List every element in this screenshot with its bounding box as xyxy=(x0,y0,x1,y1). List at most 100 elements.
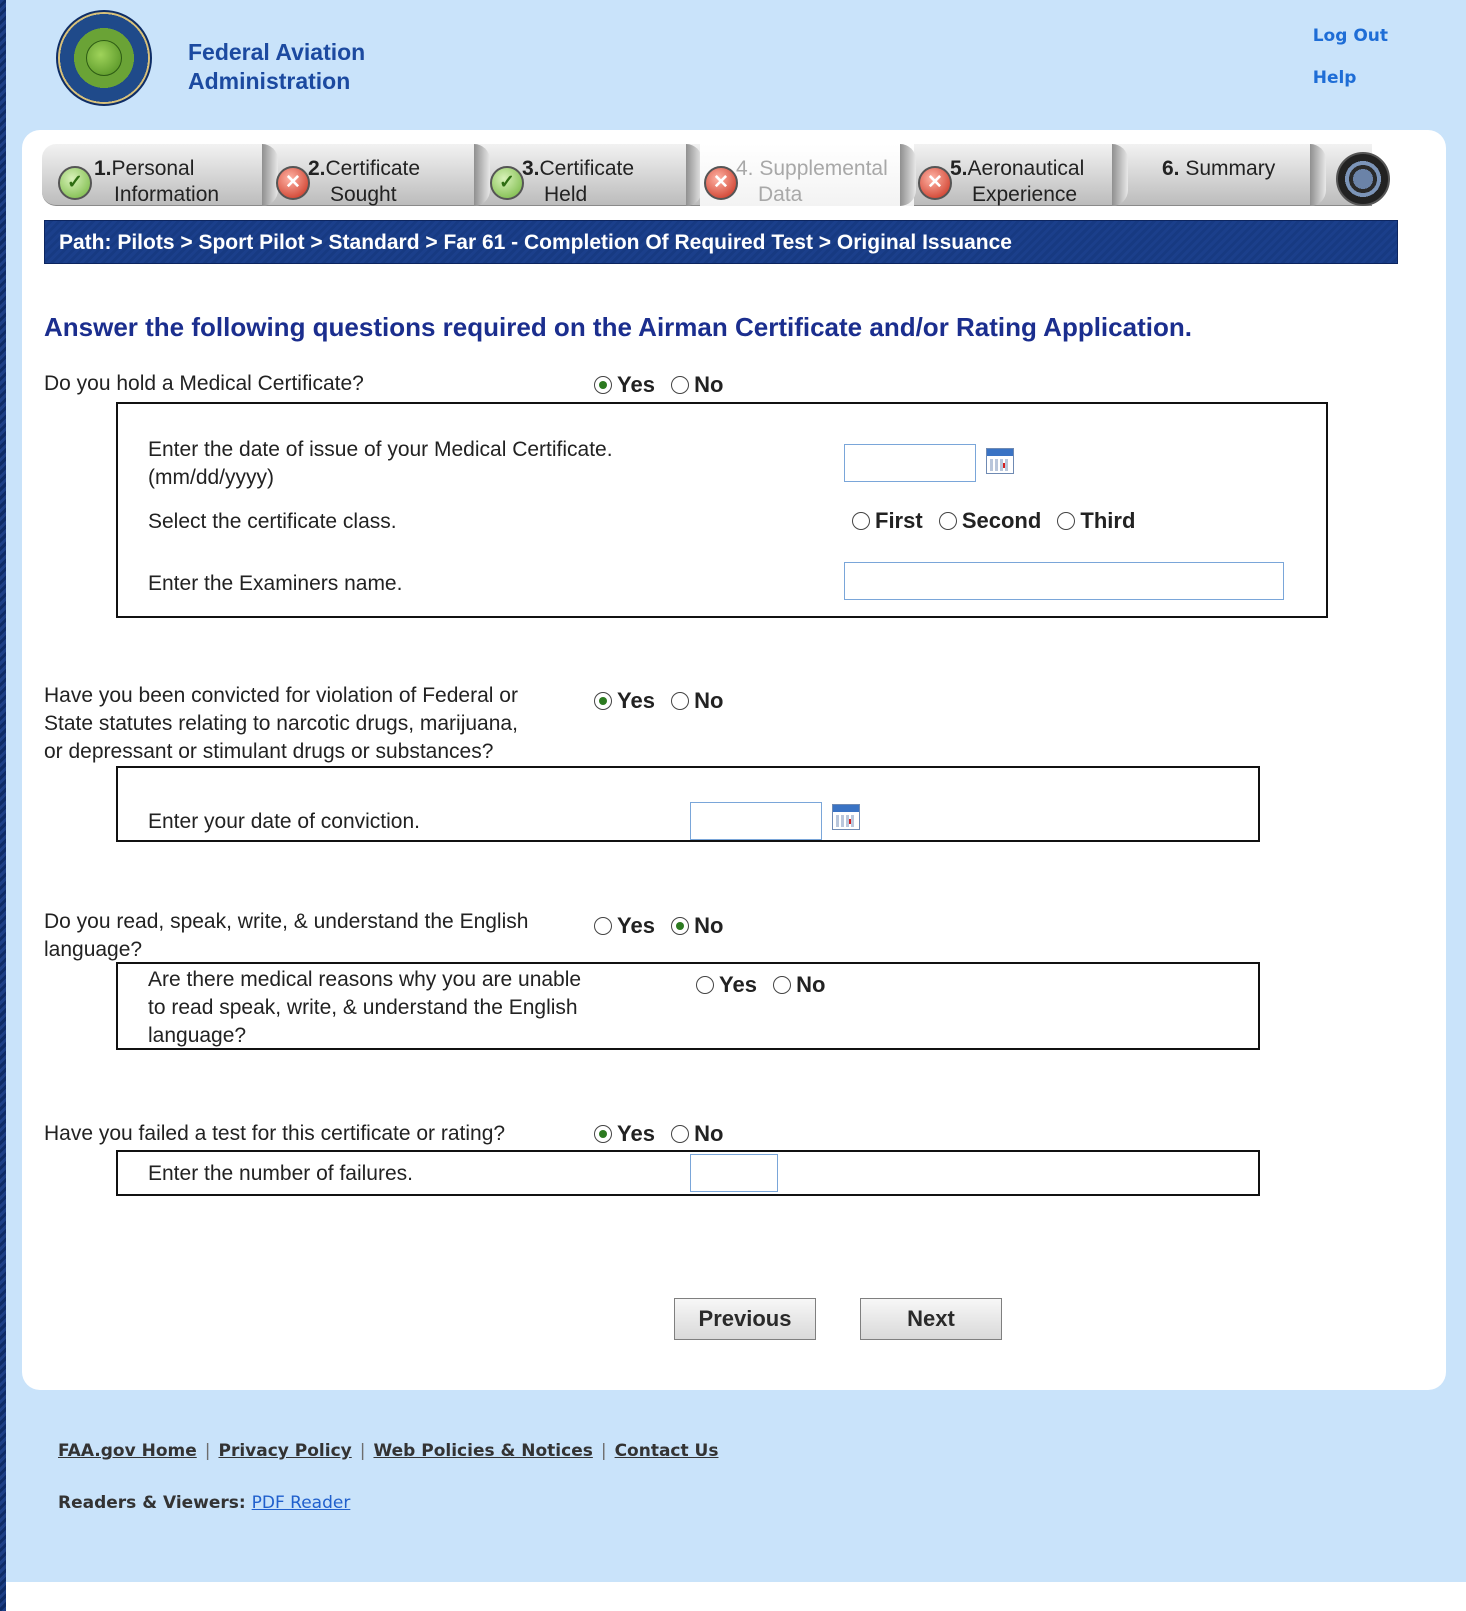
radio-label: Yes xyxy=(617,372,655,397)
footer-links: FAA.gov Home | Privacy Policy | Web Policies… xyxy=(58,1441,719,1461)
english-no-radio[interactable]: No xyxy=(671,913,723,939)
failures-count-input[interactable] xyxy=(690,1154,778,1192)
top-links: Log Out Help xyxy=(1313,26,1388,110)
error-x-icon: ✕ xyxy=(276,166,310,200)
medical-reasons-line3: language? xyxy=(148,1024,247,1047)
pdf-reader-link[interactable]: PDF Reader xyxy=(252,1493,351,1513)
tab-number: 5. xyxy=(950,157,968,180)
tab-number: 3. xyxy=(522,157,540,180)
breadcrumb: Path: Pilots > Sport Pilot > Standard > … xyxy=(44,220,1398,264)
radio-label: No xyxy=(694,372,724,397)
tab-certificate-sought[interactable]: ✕ 2.Certificate Sought xyxy=(274,144,490,206)
logout-link[interactable]: Log Out xyxy=(1313,26,1388,46)
medical-reasons-yes-radio[interactable]: Yes xyxy=(696,972,757,998)
conviction-question-line1: Have you been convicted for violation of… xyxy=(44,684,518,707)
tab-supplemental-data[interactable]: ✕ 4. Supplemental Data xyxy=(700,144,916,206)
issue-date-label-line1: Enter the date of issue of your Medical … xyxy=(148,438,613,461)
issue-date-label: Enter the date of issue of your Medical … xyxy=(148,436,613,492)
previous-button[interactable]: Previous xyxy=(674,1298,816,1340)
tab-number: 1. xyxy=(94,157,112,180)
certificate-class-label: Select the certificate class. xyxy=(148,510,397,533)
medical-reasons-no-radio[interactable]: No xyxy=(773,972,825,998)
tab-separator xyxy=(1310,144,1326,206)
radio-label: Yes xyxy=(617,688,655,713)
certificate-class-radio-group: First Second Third xyxy=(852,508,1145,536)
tab-certificate-held[interactable]: ✓ 3.Certificate Held xyxy=(488,144,702,206)
conviction-question-line3: or depressant or stimulant drugs or subs… xyxy=(44,740,494,763)
help-link[interactable]: Help xyxy=(1313,68,1388,88)
medical-yes-radio[interactable]: Yes xyxy=(594,372,655,398)
conviction-date-input[interactable] xyxy=(690,802,822,840)
examiner-name-input[interactable] xyxy=(844,562,1284,600)
agency-name-line2: Administration xyxy=(188,68,351,94)
english-question: Do you read, speak, write, & understand … xyxy=(44,908,528,964)
english-question-line1: Do you read, speak, write, & understand … xyxy=(44,910,529,933)
radio-label: Yes xyxy=(617,1121,655,1146)
tab-number: 4. xyxy=(736,157,754,180)
tab-label-line2: Data xyxy=(758,183,803,206)
error-x-icon: ✕ xyxy=(918,166,952,200)
tab-summary[interactable]: 6. Summary xyxy=(1126,144,1326,206)
failed-test-yes-radio[interactable]: Yes xyxy=(594,1121,655,1147)
radio-label: No xyxy=(694,688,724,713)
faa-home-link[interactable]: FAA.gov Home xyxy=(58,1441,197,1461)
medical-issue-date-input[interactable] xyxy=(844,444,976,482)
next-button[interactable]: Next xyxy=(860,1298,1002,1340)
examiner-name-label: Enter the Examiners name. xyxy=(148,572,403,595)
tab-label-line1: Certificate xyxy=(539,157,635,180)
medical-certificate-question: Do you hold a Medical Certificate? xyxy=(44,372,364,395)
tab-label-line2: Held xyxy=(544,183,588,206)
tab-aeronautical-experience[interactable]: ✕ 5.Aeronautical Experience xyxy=(914,144,1128,206)
readers-viewers: Readers & Viewers: PDF Reader xyxy=(58,1493,350,1513)
failed-test-question: Have you failed a test for this certific… xyxy=(44,1122,506,1145)
tab-label-line2: Information xyxy=(114,183,220,206)
issue-date-format-hint: (mm/dd/yyyy) xyxy=(148,466,274,489)
english-question-line2: language? xyxy=(44,938,143,961)
medical-certificate-details-box: Enter the date of issue of your Medical … xyxy=(116,402,1328,618)
tab-label-line1: Personal xyxy=(111,157,195,180)
class-third-radio[interactable]: Third xyxy=(1057,508,1135,534)
page-background: Federal Aviation Administration Log Out … xyxy=(6,0,1466,1582)
tab-number: 6. xyxy=(1162,157,1180,180)
contact-us-link[interactable]: Contact Us xyxy=(615,1441,719,1461)
conviction-question: Have you been convicted for violation of… xyxy=(44,682,518,766)
calendar-icon[interactable] xyxy=(832,804,860,830)
radio-label: Yes xyxy=(719,972,757,997)
failed-test-no-radio[interactable]: No xyxy=(671,1121,723,1147)
english-medical-reasons-box: Are there medical reasons why you are un… xyxy=(116,962,1260,1050)
tab-personal-information[interactable]: ✓ 1.Personal Information xyxy=(42,144,278,206)
conviction-date-label: Enter your date of conviction. xyxy=(148,810,420,833)
tab-label-line2: Sought xyxy=(330,183,397,206)
medical-no-radio[interactable]: No xyxy=(671,372,723,398)
web-policies-link[interactable]: Web Policies & Notices xyxy=(373,1441,592,1461)
tab-label-line1: Certificate xyxy=(325,157,421,180)
conviction-yes-radio[interactable]: Yes xyxy=(594,688,655,714)
error-x-icon: ✕ xyxy=(704,166,738,200)
check-icon: ✓ xyxy=(490,166,524,200)
failed-test-radio-group: Yes No xyxy=(594,1121,733,1149)
tab-number: 2. xyxy=(308,157,326,180)
tab-label-line1: Supplemental xyxy=(759,157,888,180)
class-second-radio[interactable]: Second xyxy=(938,508,1042,534)
class-first-radio[interactable]: First xyxy=(852,508,923,534)
privacy-policy-link[interactable]: Privacy Policy xyxy=(218,1441,351,1461)
tab-label-line2: Experience xyxy=(972,183,1078,206)
tab-label-line1: Summary xyxy=(1185,157,1276,180)
agency-name: Federal Aviation Administration xyxy=(188,38,365,96)
readers-label: Readers & Viewers: xyxy=(58,1493,246,1513)
main-panel: ✓ 1.Personal Information ✕ 2.Certificate… xyxy=(22,130,1446,1390)
radio-label: Second xyxy=(961,508,1042,533)
radio-label: No xyxy=(694,1121,724,1146)
radio-label: Yes xyxy=(617,913,655,938)
conviction-no-radio[interactable]: No xyxy=(671,688,723,714)
english-yes-radio[interactable]: Yes xyxy=(594,913,655,939)
radio-label: Third xyxy=(1080,508,1136,533)
conviction-question-line2: State statutes relating to narcotic drug… xyxy=(44,712,518,735)
wizard-tabs: ✓ 1.Personal Information ✕ 2.Certificate… xyxy=(42,144,1372,206)
conviction-radio-group: Yes No xyxy=(594,688,733,716)
radio-label: No xyxy=(796,972,826,997)
faa-logo-icon xyxy=(56,10,152,106)
conviction-details-box: Enter your date of conviction. xyxy=(116,766,1260,842)
calendar-icon[interactable] xyxy=(986,448,1014,474)
medical-reasons-line2: to read speak, write, & understand the E… xyxy=(148,996,578,1019)
